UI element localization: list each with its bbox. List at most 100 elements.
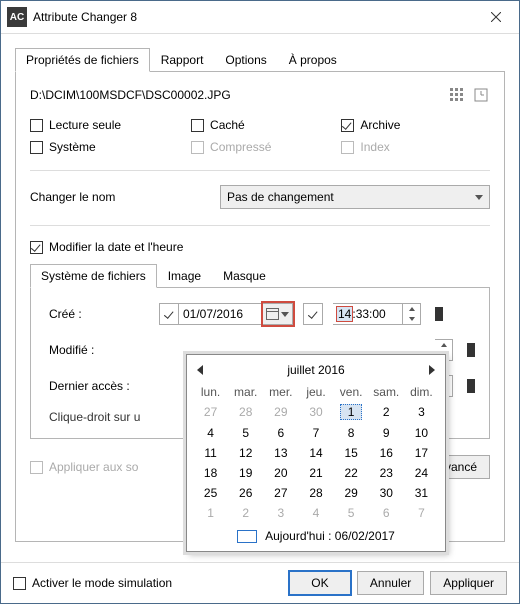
action-marker-modified[interactable]	[467, 343, 475, 357]
spinner-created-time[interactable]	[403, 303, 421, 325]
calendar-day[interactable]: 4	[298, 503, 333, 523]
checkbox-simulation-mode[interactable]: Activer le mode simulation	[13, 576, 283, 590]
action-marker-accessed[interactable]	[467, 379, 475, 393]
calendar-day[interactable]: 11	[193, 443, 228, 463]
calendar-day[interactable]: 24	[404, 463, 439, 483]
input-created-date[interactable]: 01/07/2016	[179, 303, 263, 325]
today-marker-icon	[237, 530, 257, 543]
input-created-time[interactable]: 14:33:00	[333, 303, 403, 325]
calendar-day[interactable]: 7	[404, 503, 439, 523]
calendar-today-row[interactable]: Aujourd'hui : 06/02/2017	[193, 529, 439, 543]
tab-report[interactable]: Rapport	[150, 48, 215, 71]
checkbox-system[interactable]: Système	[30, 140, 121, 154]
tab-options[interactable]: Options	[214, 48, 277, 71]
clock-icon[interactable]	[472, 86, 490, 104]
calendar-prev-month[interactable]	[197, 365, 203, 375]
apply-button[interactable]: Appliquer	[430, 571, 507, 595]
calendar-day[interactable]: 14	[298, 443, 333, 463]
checkbox-archive[interactable]: Archive	[341, 118, 400, 132]
calendar-day[interactable]: 17	[404, 443, 439, 463]
calendar-day[interactable]: 8	[334, 423, 369, 443]
calendar-day[interactable]: 12	[228, 443, 263, 463]
calendar-month-label[interactable]: juillet 2016	[287, 363, 344, 377]
chevron-down-icon	[475, 195, 483, 200]
tab-file-properties[interactable]: Propriétés de fichiers	[15, 48, 150, 72]
calendar-dow: ven.	[334, 383, 369, 401]
cancel-button[interactable]: Annuler	[357, 571, 424, 595]
calendar-grid: lun.mar.mer.jeu.ven.sam.dim. 27282930123…	[193, 383, 439, 523]
calendar-day[interactable]: 22	[334, 463, 369, 483]
rename-value: Pas de changement	[227, 190, 334, 204]
calendar-day[interactable]: 5	[334, 503, 369, 523]
calendar-day[interactable]: 13	[263, 443, 298, 463]
checkbox-index: Index	[341, 140, 400, 154]
calendar-day[interactable]: 1	[334, 401, 369, 423]
grid-view-icon[interactable]	[448, 86, 466, 104]
calendar-dow: dim.	[404, 383, 439, 401]
toggle-created-time[interactable]	[303, 303, 323, 325]
window-title: Attribute Changer 8	[33, 10, 473, 24]
calendar-day[interactable]: 25	[193, 483, 228, 503]
close-icon	[491, 12, 501, 22]
calendar-day[interactable]: 2	[369, 401, 404, 423]
chevron-down-icon	[281, 312, 289, 317]
file-path: D:\DCIM\100MSDCF\DSC00002.JPG	[30, 88, 442, 102]
calendar-today-label: Aujourd'hui : 06/02/2017	[265, 529, 395, 543]
calendar-day[interactable]: 28	[298, 483, 333, 503]
calendar-day[interactable]: 1	[193, 503, 228, 523]
app-window: AC Attribute Changer 8 Propriétés de fic…	[0, 0, 520, 604]
calendar-day[interactable]: 23	[369, 463, 404, 483]
calendar-day[interactable]: 20	[263, 463, 298, 483]
titlebar: AC Attribute Changer 8	[1, 1, 519, 34]
calendar-day[interactable]: 27	[263, 483, 298, 503]
calendar-popup: juillet 2016 lun.mar.mer.jeu.ven.sam.dim…	[186, 354, 446, 552]
checkbox-modify-datetime[interactable]: Modifier la date et l'heure	[30, 240, 490, 254]
ok-button[interactable]: OK	[289, 571, 351, 595]
label-accessed: Dernier accès :	[49, 379, 159, 393]
label-created: Créé :	[49, 307, 159, 321]
dialog-body: Propriétés de fichiers Rapport Options À…	[1, 34, 519, 562]
calendar-day[interactable]: 9	[369, 423, 404, 443]
calendar-day[interactable]: 4	[193, 423, 228, 443]
calendar-day[interactable]: 29	[334, 483, 369, 503]
calendar-day[interactable]: 2	[228, 503, 263, 523]
calendar-day[interactable]: 31	[404, 483, 439, 503]
checkbox-readonly[interactable]: Lecture seule	[30, 118, 121, 132]
calendar-day[interactable]: 5	[228, 423, 263, 443]
calendar-day[interactable]: 29	[263, 401, 298, 423]
calendar-day[interactable]: 10	[404, 423, 439, 443]
calendar-day[interactable]: 18	[193, 463, 228, 483]
calendar-day[interactable]: 30	[369, 483, 404, 503]
calendar-button-created[interactable]	[263, 303, 293, 325]
calendar-day[interactable]: 26	[228, 483, 263, 503]
calendar-day[interactable]: 16	[369, 443, 404, 463]
subtab-filesystem[interactable]: Système de fichiers	[30, 264, 157, 288]
calendar-day[interactable]: 6	[369, 503, 404, 523]
calendar-dow: mar.	[228, 383, 263, 401]
calendar-day[interactable]: 15	[334, 443, 369, 463]
calendar-day[interactable]: 3	[404, 401, 439, 423]
toggle-created-date[interactable]	[159, 303, 179, 325]
calendar-day[interactable]: 27	[193, 401, 228, 423]
calendar-icon	[266, 308, 279, 320]
calendar-day[interactable]: 19	[228, 463, 263, 483]
calendar-day[interactable]: 30	[298, 401, 333, 423]
action-marker-created[interactable]	[435, 307, 443, 321]
calendar-day[interactable]: 21	[298, 463, 333, 483]
tab-about[interactable]: À propos	[278, 48, 348, 71]
subtab-image[interactable]: Image	[157, 264, 212, 287]
calendar-day[interactable]: 3	[263, 503, 298, 523]
checkbox-hidden[interactable]: Caché	[191, 118, 271, 132]
close-button[interactable]	[473, 1, 519, 33]
main-tabs: Propriétés de fichiers Rapport Options À…	[15, 48, 505, 72]
label-modified: Modifié :	[49, 343, 159, 357]
calendar-day[interactable]: 28	[228, 401, 263, 423]
calendar-day[interactable]: 6	[263, 423, 298, 443]
calendar-next-month[interactable]	[429, 365, 435, 375]
subtab-mask[interactable]: Masque	[212, 264, 277, 287]
rename-combo[interactable]: Pas de changement	[220, 185, 490, 209]
calendar-dow: sam.	[369, 383, 404, 401]
calendar-header: juillet 2016	[193, 361, 439, 383]
dialog-footer: Activer le mode simulation OK Annuler Ap…	[1, 562, 519, 603]
calendar-day[interactable]: 7	[298, 423, 333, 443]
